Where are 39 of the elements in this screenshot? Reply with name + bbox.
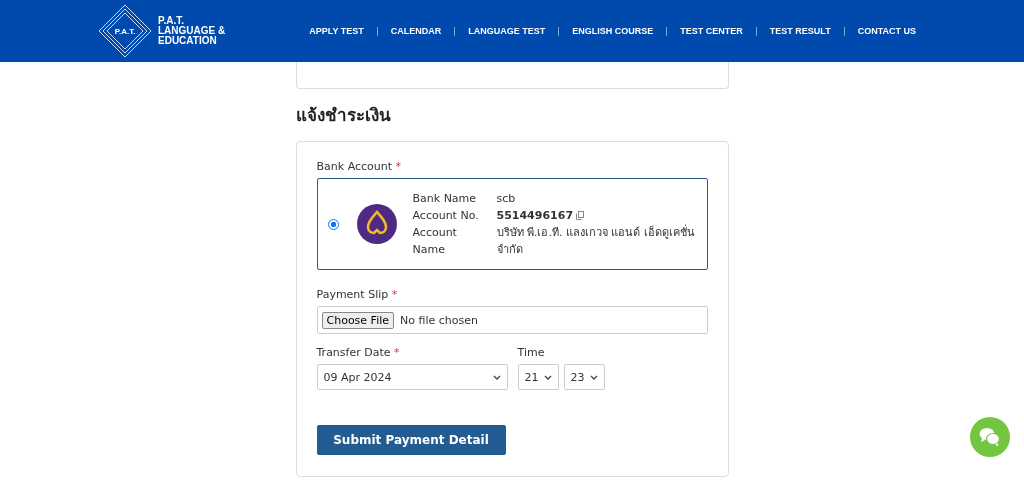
nav-link[interactable]: ENGLISH COURSE <box>572 26 654 36</box>
nav-link[interactable]: CALENDAR <box>390 26 442 36</box>
required-mark: * <box>391 288 398 301</box>
nav-link[interactable]: TEST RESULT <box>769 26 831 36</box>
chat-button[interactable] <box>970 417 1010 457</box>
bank-logo-icon <box>356 204 397 244</box>
date-select[interactable]: 09 Apr 2024 <box>316 364 508 390</box>
hour-select[interactable]: 21 <box>517 364 559 390</box>
chevron-icon <box>492 374 501 380</box>
chat-icon <box>979 427 1001 447</box>
info-value: scb <box>496 191 516 207</box>
info-label: Account Name <box>412 225 458 258</box>
nav-link[interactable]: APPLY TEST <box>309 26 364 36</box>
chevron-icon <box>589 374 598 380</box>
field-label: Bank Account <box>316 160 394 173</box>
field-label: Transfer Date <box>316 346 392 359</box>
bank-account-option[interactable]: Bank Name scb Account No. 5514496167 Account Name บริษัท พี.เอ.ที. แลงเกวจ แอนด์ เอ็ดดูเคชั่น จำกัด <box>316 178 708 270</box>
chevron-icon <box>543 374 552 380</box>
brand-name: P.A.T. LANGUAGE & EDUCATION <box>158 16 226 46</box>
info-value: 5514496167 <box>496 208 574 224</box>
nav-link[interactable]: CONTACT US <box>857 26 916 36</box>
field-label: Payment Slip <box>316 288 390 301</box>
submit-button[interactable]: Submit Payment Detail <box>316 425 506 455</box>
info-label: Account No. <box>412 208 480 224</box>
info-label: Bank Name <box>412 191 478 207</box>
logo-icon: P.A.T. <box>98 4 152 58</box>
info-value: บริษัท พี.เอ.ที. แลงเกวจ แอนด์ เอ็ดดูเคชั่น จำกัด <box>496 224 696 258</box>
file-status: No file chosen <box>400 313 478 327</box>
required-mark: * <box>394 346 400 359</box>
radio-button[interactable] <box>327 218 339 230</box>
file-input[interactable]: Choose File No file chosen <box>316 306 708 334</box>
copy-icon[interactable] <box>576 211 585 220</box>
field-label: Time <box>517 346 545 359</box>
required-mark: * <box>395 160 402 173</box>
nav-link[interactable]: TEST CENTER <box>680 26 743 36</box>
minute-select[interactable]: 23 <box>563 364 605 390</box>
nav-link[interactable]: LANGUAGE TEST <box>468 26 546 36</box>
section-title: แจ้งชำระเงิน <box>295 104 392 127</box>
choose-file-button[interactable]: Choose File <box>321 311 394 329</box>
